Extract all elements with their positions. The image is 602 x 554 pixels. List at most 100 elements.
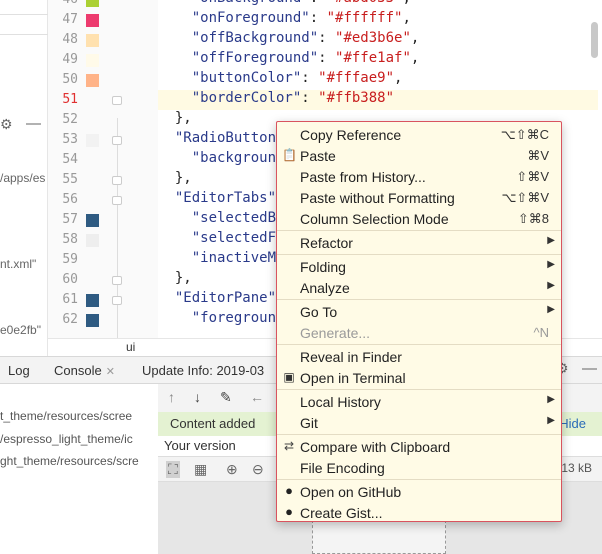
- menu-separator: [277, 230, 561, 231]
- menu-item-go-to[interactable]: Go To ▶: [277, 301, 561, 322]
- fold-marker-icon[interactable]: [112, 136, 122, 145]
- fold-marker-icon[interactable]: [112, 176, 122, 185]
- code-line[interactable]: "offForeground": "#ffe1af",: [158, 50, 420, 70]
- menu-item-folding[interactable]: Folding ▶: [277, 256, 561, 277]
- json-value: "#ffffff": [326, 10, 403, 26]
- grid-icon[interactable]: ▦: [194, 461, 207, 478]
- menu-item-file-encoding[interactable]: File Encoding: [277, 457, 561, 478]
- fold-marker-icon[interactable]: [112, 296, 122, 305]
- line-number: 60: [62, 272, 78, 287]
- menu-item-git[interactable]: Git ▶: [277, 412, 561, 433]
- file-path-item[interactable]: ght_theme/resources/scre: [0, 454, 139, 468]
- menu-item-label: Generate...: [300, 325, 371, 341]
- menu-item-local-history[interactable]: Local History ▶: [277, 391, 561, 412]
- json-value: "#abd033": [327, 0, 403, 6]
- editor-scrollbar[interactable]: [591, 22, 598, 58]
- color-swatch[interactable]: [86, 234, 99, 247]
- code-line[interactable]: "buttonColor": "#fffae9",: [158, 70, 403, 90]
- project-panel: ⚙ — /apps/es nt.xml" e0e2fb": [0, 0, 48, 356]
- menu-item-open-in-terminal[interactable]: ▣ Open in Terminal: [277, 367, 561, 388]
- json-value: "#ffe1af": [335, 50, 411, 66]
- line-number: 46: [48, 0, 78, 7]
- code-line[interactable]: "foreground: [158, 310, 285, 330]
- menu-item-column-selection-mode[interactable]: Column Selection Mode ⇧⌘8: [277, 208, 561, 229]
- arrow-left-icon[interactable]: ←: [250, 389, 264, 405]
- gear-icon[interactable]: ⚙: [0, 116, 13, 133]
- menu-separator: [277, 389, 561, 390]
- fold-guide: [117, 118, 118, 338]
- color-swatch[interactable]: [86, 0, 99, 7]
- edit-icon[interactable]: ✎: [220, 389, 232, 406]
- menu-item-open-on-github[interactable]: ● Open on GitHub: [277, 481, 561, 502]
- color-swatch[interactable]: [86, 74, 99, 87]
- tab-label: Log: [8, 363, 30, 378]
- zoom-in-icon[interactable]: ⊕: [226, 461, 238, 478]
- tab-console[interactable]: Console ✕: [54, 363, 115, 378]
- line-number: 59: [62, 252, 78, 267]
- hide-link[interactable]: Hide: [559, 416, 586, 431]
- color-swatch[interactable]: [86, 314, 99, 327]
- json-key: "onForeground": [191, 10, 310, 26]
- project-path[interactable]: e0e2fb": [0, 323, 41, 337]
- content-added-label: Content added: [170, 416, 256, 431]
- menu-item-analyze[interactable]: Analyze ▶: [277, 277, 561, 298]
- code-line[interactable]: },: [158, 170, 192, 190]
- json-key: "borderColor": [191, 90, 302, 106]
- menu-item-label: Refactor: [300, 235, 353, 251]
- code-line[interactable]: },: [158, 270, 192, 290]
- menu-item-compare-with-clipboard[interactable]: ⇄ Compare with Clipboard: [277, 436, 561, 457]
- menu-item-copy-reference[interactable]: Copy Reference ⌥⇧⌘C: [277, 124, 561, 145]
- tab-log[interactable]: Log: [8, 363, 30, 378]
- code-line[interactable]: "onBackground": "#abd033",: [158, 0, 411, 10]
- menu-item-refactor[interactable]: Refactor ▶: [277, 232, 561, 253]
- close-icon[interactable]: ✕: [106, 366, 115, 378]
- menu-item-create-gist[interactable]: ● Create Gist...: [277, 502, 561, 523]
- color-swatch[interactable]: [86, 214, 99, 227]
- submenu-arrow-icon: ▶: [547, 304, 555, 315]
- line-number: 56: [62, 192, 78, 207]
- file-path-item[interactable]: t_theme/resources/scree: [0, 409, 132, 423]
- json-value: "#fffae9": [318, 70, 395, 86]
- zoom-out-icon[interactable]: ⊖: [252, 461, 264, 478]
- code-line[interactable]: },: [158, 110, 192, 130]
- color-swatch[interactable]: [86, 134, 99, 147]
- fold-marker-icon[interactable]: [112, 196, 122, 205]
- menu-item-label: Git: [300, 415, 318, 431]
- fold-marker-icon[interactable]: [112, 96, 122, 105]
- menu-item-paste-from-history[interactable]: Paste from History... ⇧⌘V: [277, 166, 561, 187]
- menu-item-shortcut: ⌥⇧⌘V: [501, 190, 549, 205]
- color-swatch[interactable]: [86, 54, 99, 67]
- color-swatch[interactable]: [86, 14, 99, 27]
- menu-item-label: Analyze: [300, 280, 350, 296]
- menu-item-label: Open in Terminal: [300, 370, 406, 386]
- code-line[interactable]: "onForeground": "#ffffff",: [158, 10, 411, 30]
- project-path[interactable]: nt.xml": [0, 257, 36, 271]
- minimize-icon[interactable]: —: [26, 115, 41, 132]
- code-line[interactable]: "borderColor": "#ffb388": [158, 90, 598, 110]
- fit-icon[interactable]: ⛶: [166, 461, 180, 478]
- menu-item-paste[interactable]: 📋 Paste ⌘V: [277, 145, 561, 166]
- breadcrumb-item[interactable]: ui: [126, 340, 135, 354]
- project-path[interactable]: /apps/es: [0, 171, 45, 185]
- arrow-down-icon[interactable]: ↓: [194, 389, 201, 405]
- code-line[interactable]: "background: [158, 150, 285, 170]
- compare-icon: ⇄: [283, 439, 295, 453]
- json-key: "foreground: [191, 310, 285, 326]
- color-swatch[interactable]: [86, 294, 99, 307]
- line-number: 55: [62, 172, 78, 187]
- divider: [0, 34, 48, 35]
- submenu-arrow-icon: ▶: [547, 280, 555, 291]
- fold-marker-icon[interactable]: [112, 276, 122, 285]
- menu-item-reveal-in-finder[interactable]: Reveal in Finder: [277, 346, 561, 367]
- terminal-icon: ▣: [283, 370, 295, 384]
- file-path-item[interactable]: /espresso_light_theme/ic: [0, 432, 133, 446]
- code-line[interactable]: "selectedFo: [158, 230, 285, 250]
- color-swatch[interactable]: [86, 34, 99, 47]
- tab-update-info[interactable]: Update Info: 2019-03: [142, 363, 264, 378]
- minimize-icon[interactable]: —: [582, 360, 597, 377]
- code-line[interactable]: "offBackground": "#ed3b6e",: [158, 30, 420, 50]
- code-line[interactable]: "inactiveMa: [158, 250, 285, 270]
- menu-item-paste-without-formatting[interactable]: Paste without Formatting ⌥⇧⌘V: [277, 187, 561, 208]
- code-line[interactable]: "selectedBa: [158, 210, 285, 230]
- arrow-up-icon[interactable]: ↑: [168, 389, 175, 405]
